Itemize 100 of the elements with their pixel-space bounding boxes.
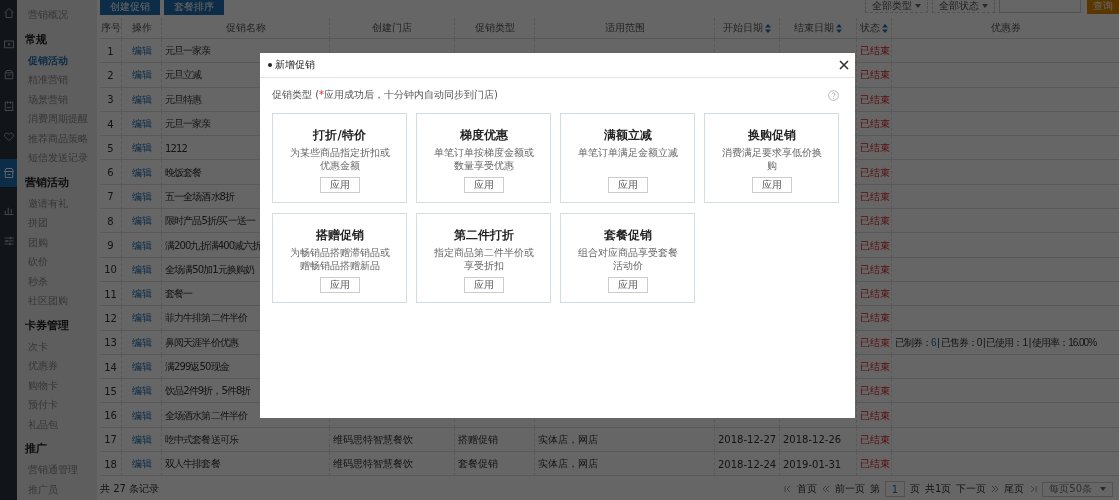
edit-link[interactable]: 编辑	[131, 44, 152, 59]
card-description: 单笔订单满足金额立减	[577, 146, 678, 160]
column-header: 促销名称	[225, 21, 266, 35]
page-input[interactable]: 1	[884, 481, 905, 497]
sidebar-heading: 常规	[25, 31, 48, 48]
table-cell: 元旦立减	[165, 68, 202, 83]
row-number: 1	[107, 45, 114, 57]
card-title: 换购促销	[747, 128, 796, 143]
edit-link[interactable]: 编辑	[131, 311, 152, 326]
status-text: 已结束	[860, 214, 890, 229]
edit-link[interactable]: 编辑	[131, 117, 152, 132]
table-cell: 2019-01-31	[783, 458, 842, 470]
help-icon[interactable]	[828, 89, 839, 101]
table-cell: 套餐一	[165, 287, 193, 302]
table-cell: 元旦特惠	[165, 92, 202, 107]
edit-link[interactable]: 编辑	[131, 432, 152, 447]
status-text: 已结束	[860, 311, 890, 326]
filter-dropdown[interactable]: 全部状态	[932, 0, 995, 13]
card-title: 梯度优惠	[459, 128, 508, 143]
edit-link[interactable]: 编辑	[131, 238, 152, 253]
status-text: 已结束	[860, 238, 890, 253]
status-text: 已结束	[860, 68, 890, 83]
first-page-link[interactable]: 首页	[796, 482, 817, 496]
sort-icon[interactable]	[765, 23, 771, 33]
record-count: 共 27 条记录	[100, 482, 160, 496]
sidebar-item[interactable]: 促销活动	[25, 50, 97, 70]
status-text: 已结束	[860, 457, 890, 472]
row-number: 3	[107, 94, 114, 106]
status-text: 已结束	[860, 262, 890, 277]
table-cell: 满299返50现金	[165, 360, 229, 374]
page-label: 页	[909, 482, 920, 496]
table-cell: 2018-12-26	[783, 434, 842, 446]
apply-button[interactable]: 应用	[751, 177, 792, 193]
apply-button[interactable]: 应用	[463, 277, 504, 293]
status-text: 已结束	[860, 141, 890, 156]
edit-link[interactable]: 编辑	[131, 287, 152, 302]
apply-button[interactable]: 应用	[607, 177, 648, 193]
status-text: 已结束	[860, 189, 890, 204]
shop-icon[interactable]	[0, 159, 17, 187]
last-page-icon	[1029, 485, 1038, 493]
status-text: 已结束	[860, 92, 890, 107]
edit-link[interactable]: 编辑	[131, 335, 152, 350]
edit-link[interactable]: 编辑	[131, 141, 152, 156]
close-icon[interactable]	[839, 60, 849, 70]
row-number: 17	[104, 434, 117, 446]
row-number: 6	[107, 167, 114, 179]
search-button[interactable]: 查询	[1087, 0, 1119, 14]
table-cell: 1212	[165, 142, 187, 154]
card-description: 组合对应商品享受套餐 活动价	[577, 246, 678, 272]
edit-link[interactable]: 编辑	[131, 384, 152, 399]
edit-link[interactable]: 编辑	[131, 408, 152, 423]
edit-link[interactable]: 编辑	[131, 214, 152, 229]
apply-button[interactable]: 应用	[319, 177, 360, 193]
table-cell: 全场满50加1元换购奶	[165, 262, 255, 277]
column-header[interactable]: 状态	[860, 21, 880, 35]
card-description: 为畅销品搭赠滞销品或 赠畅销品搭赠新品	[289, 246, 390, 272]
status-text: 已结束	[860, 335, 890, 350]
status-text: 已结束	[860, 44, 890, 59]
edit-link[interactable]: 编辑	[131, 457, 152, 472]
row-number: 15	[104, 385, 117, 397]
card-title: 第二件打折	[453, 228, 514, 243]
table-cell: 维码思特智慧餐饮	[333, 457, 413, 472]
double-chevron-icon	[991, 485, 1000, 493]
edit-link[interactable]: 编辑	[131, 262, 152, 277]
edit-link[interactable]: 编辑	[131, 68, 152, 83]
table-cell: 2018-12-27	[718, 434, 777, 446]
edit-link[interactable]: 编辑	[131, 92, 152, 107]
toolbar-button[interactable]: 套餐排序	[164, 0, 224, 15]
caret-icon	[915, 3, 921, 8]
row-number: 8	[107, 215, 114, 227]
edit-link[interactable]: 编辑	[131, 189, 152, 204]
caret-icon	[982, 3, 988, 8]
row-number: 5	[107, 142, 114, 154]
row-number: 12	[104, 312, 117, 324]
row-number: 9	[107, 240, 114, 251]
row-number: 13	[104, 337, 117, 349]
toolbar-button[interactable]: 创建促销	[100, 0, 160, 15]
last-page-link[interactable]: 尾页	[1004, 482, 1025, 496]
apply-button[interactable]: 应用	[463, 177, 504, 193]
row-number: 4	[107, 118, 114, 130]
row-number: 2	[107, 69, 114, 81]
card-title: 套餐促销	[603, 228, 652, 243]
table-cell: 2018-12-24	[718, 458, 777, 470]
status-text: 已结束	[860, 432, 890, 447]
status-text: 已结束	[860, 117, 890, 132]
sort-icon[interactable]	[882, 23, 888, 33]
table-cell: 吃中式套餐送可乐	[165, 432, 238, 447]
table-cell: 饮品2件9折，5件8折	[165, 384, 251, 399]
table-cell: 维码思特智慧餐饮	[333, 432, 413, 447]
sort-icon[interactable]	[836, 23, 842, 33]
apply-button[interactable]: 应用	[319, 277, 360, 293]
row-number: 10	[104, 264, 117, 276]
status-text: 已结束	[860, 360, 890, 374]
coupon-stats: 已制券：6 | 已售券：0 | 已使用：1 | 使用率：16.00%	[895, 335, 1097, 350]
row-number: 18	[104, 458, 117, 470]
apply-button[interactable]: 应用	[607, 277, 648, 293]
first-page-icon	[783, 485, 792, 493]
card-description: 指定商品第二件半价或 享受折扣	[433, 246, 534, 272]
edit-link[interactable]: 编辑	[131, 165, 152, 180]
edit-link[interactable]: 编辑	[131, 360, 152, 374]
